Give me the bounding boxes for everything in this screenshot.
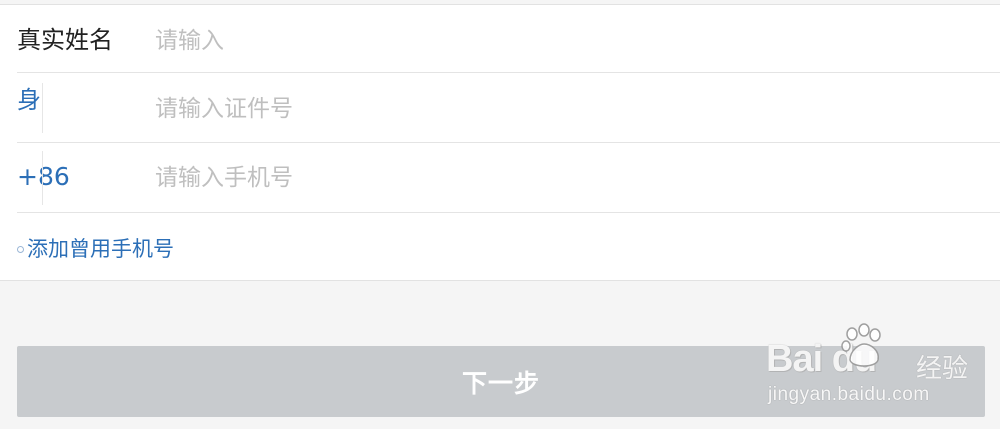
identity-form: 真实姓名 身 +86 添加曾用手机号 [0,4,1000,281]
next-step-button[interactable]: 下一步 [17,346,985,417]
name-row: 真实姓名 [17,5,1000,73]
add-old-phone-label: 添加曾用手机号 [27,237,174,261]
id-number-input[interactable] [155,92,980,126]
id-type-selector[interactable]: 身 [17,85,41,115]
id-row: 身 [17,73,1000,143]
add-old-phone-link[interactable]: 添加曾用手机号 [17,233,174,263]
name-label: 真实姓名 [17,26,113,54]
phone-row: +86 [17,143,1000,213]
id-divider [42,83,43,133]
country-code-selector[interactable]: +86 [17,162,70,192]
bullet-icon [17,245,24,253]
phone-divider [42,151,43,205]
phone-input[interactable] [155,161,980,195]
name-input[interactable] [155,24,980,58]
